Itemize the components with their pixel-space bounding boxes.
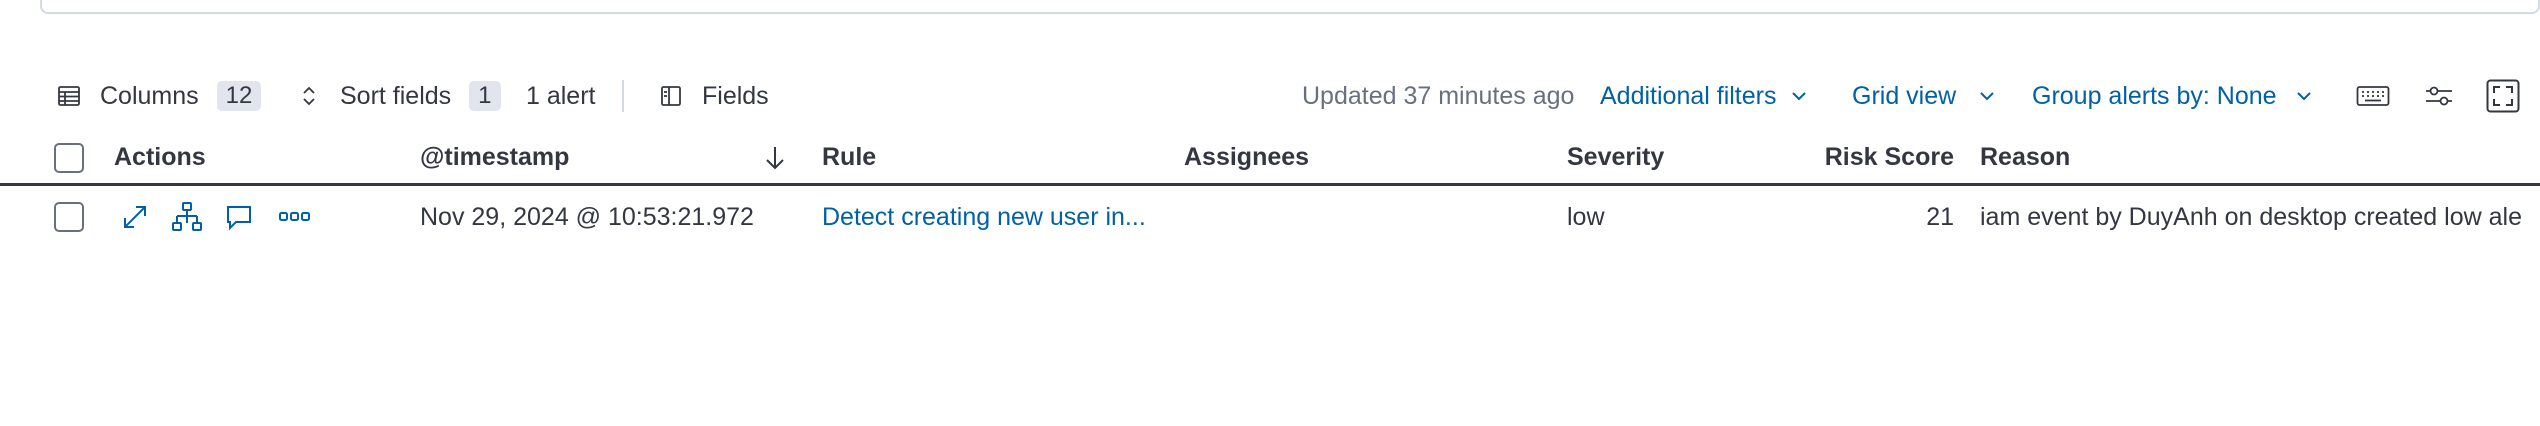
reason-value: iam event by DuyAnh on desktop created l… <box>1980 202 2522 231</box>
fields-label: Fields <box>702 81 769 110</box>
columns-count-badge: 12 <box>216 81 262 111</box>
column-header-rule[interactable]: Rule <box>822 132 1172 183</box>
alert-count: 1 alert <box>526 72 595 120</box>
column-header-label: @timestamp <box>420 143 570 171</box>
reason-cell: iam event by DuyAnh on desktop created l… <box>1980 186 2540 248</box>
sort-count-badge: 1 <box>469 81 501 111</box>
sort-descending-icon[interactable] <box>762 132 796 183</box>
chevron-down-icon <box>1980 92 1994 101</box>
table-header-row: Actions @timestamp Rule Assignees Severi… <box>0 132 2540 186</box>
row-select-cell <box>54 186 90 248</box>
column-header-risk-score[interactable]: Risk Score <box>1790 132 1954 183</box>
top-panel <box>40 0 2540 14</box>
row-checkbox[interactable] <box>54 202 84 232</box>
select-all-cell <box>54 132 90 183</box>
updated-status: Updated 37 minutes ago <box>1302 72 1574 120</box>
column-header-actions: Actions <box>114 132 414 183</box>
column-header-label: Risk Score <box>1824 143 1954 171</box>
severity-value: low <box>1567 202 1605 231</box>
keyboard-shortcuts-button[interactable] <box>2356 72 2390 120</box>
fullscreen-button[interactable] <box>2486 72 2520 120</box>
column-header-label: Severity <box>1567 143 1665 171</box>
display-settings-button[interactable] <box>2424 72 2454 120</box>
sort-fields-button[interactable]: Sort fields 1 <box>296 72 501 120</box>
column-header-label: Actions <box>114 143 206 171</box>
add-note-icon[interactable] <box>222 200 256 234</box>
risk-score-value: 21 <box>1926 202 1954 231</box>
assignees-cell <box>1184 186 1544 248</box>
chevron-down-icon <box>1792 92 1807 101</box>
timestamp-cell: Nov 29, 2024 @ 10:53:21.972 <box>420 186 810 248</box>
column-header-label: Assignees <box>1184 143 1310 171</box>
column-header-assignees[interactable]: Assignees <box>1184 132 1544 183</box>
toolbar-divider <box>622 80 624 112</box>
table-row: Nov 29, 2024 @ 10:53:21.972 Detect creat… <box>0 186 2540 248</box>
column-header-label: Rule <box>822 143 877 171</box>
fullscreen-icon <box>2486 79 2520 113</box>
fields-icon <box>658 83 684 109</box>
column-header-reason[interactable]: Reason <box>1980 132 2540 183</box>
rule-link[interactable]: Detect creating new user in... <box>822 203 1146 232</box>
columns-label: Columns <box>100 81 199 110</box>
additional-filters-button[interactable]: Additional filters <box>1600 72 1808 120</box>
columns-button[interactable]: Columns 12 <box>56 72 262 120</box>
row-actions <box>118 186 338 248</box>
group-alerts-button[interactable]: Group alerts by: None <box>2032 72 2313 120</box>
fields-button[interactable]: Fields <box>658 72 769 120</box>
sort-icon <box>296 83 322 109</box>
more-actions-icon[interactable] <box>278 200 312 234</box>
column-header-severity[interactable]: Severity <box>1567 132 1787 183</box>
rule-cell: Detect creating new user in... <box>822 186 1172 248</box>
sliders-icon <box>2426 86 2452 106</box>
grid-view-button[interactable]: Grid view <box>1852 72 1996 120</box>
column-header-timestamp[interactable]: @timestamp <box>420 132 800 183</box>
analyze-event-icon[interactable] <box>170 200 204 234</box>
table-columns-icon <box>56 83 82 109</box>
updated-text: Updated 37 minutes ago <box>1302 81 1575 110</box>
select-all-checkbox[interactable] <box>54 142 84 173</box>
alert-count-label: 1 alert <box>526 81 596 110</box>
timestamp-value: Nov 29, 2024 @ 10:53:21.972 <box>420 202 754 231</box>
risk-score-cell: 21 <box>1790 186 1954 248</box>
chevron-down-icon <box>2296 92 2311 101</box>
additional-filters-label: Additional filters <box>1600 81 1777 110</box>
expand-icon[interactable] <box>118 200 152 234</box>
severity-cell: low <box>1567 186 1787 248</box>
data-grid-toolbar: Columns 12 Sort fields 1 1 alert Fields … <box>0 72 2540 120</box>
column-header-label: Reason <box>1980 143 2071 171</box>
grid-view-label: Grid view <box>1852 81 1957 110</box>
group-alerts-label: Group alerts by: None <box>2032 81 2277 110</box>
sort-fields-label: Sort fields <box>340 81 452 110</box>
keyboard-icon <box>2356 86 2390 106</box>
